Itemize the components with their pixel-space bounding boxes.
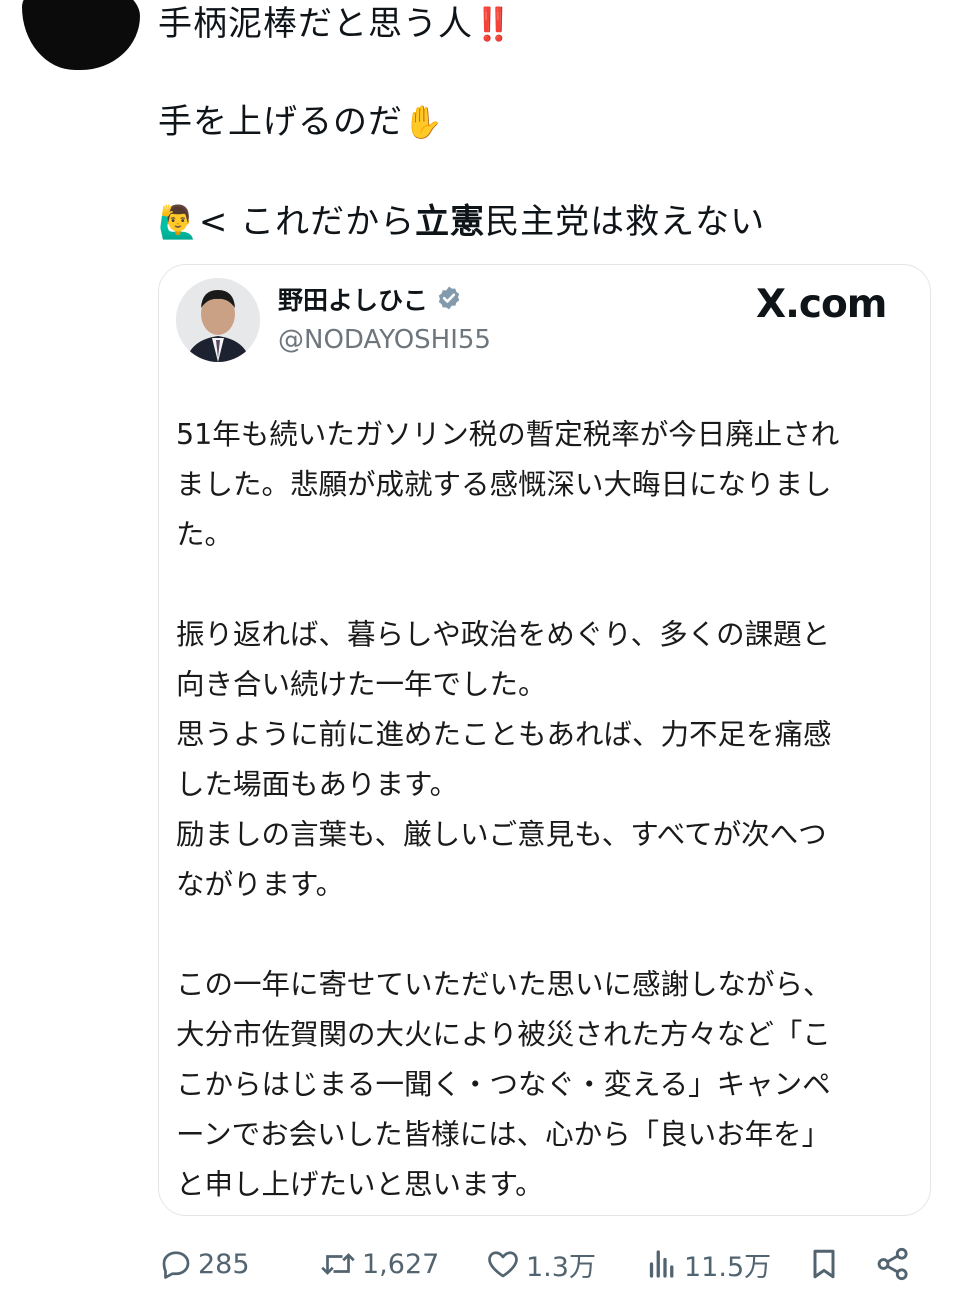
paragraph-1: 51年も続いたガソリン税の暫定税率が今日廃止され ました。悲願が成就する感慨深い… — [176, 418, 840, 551]
paragraph-2: 振り返れば、暮らしや政治をめぐり、多くの課題と 向き合い続けた一年でした。 思う… — [176, 618, 832, 901]
post-line-2-text: 手を上げるのだ — [158, 102, 403, 142]
x-com-logo: X.com — [756, 282, 887, 327]
share-icon — [874, 1245, 912, 1283]
reply-button[interactable]: 285 — [158, 1236, 250, 1292]
post-line-3-suffix: 民主党は救えない — [485, 202, 766, 242]
post-text-line-1: 手柄泥棒だと思う人‼️ — [158, 2, 514, 46]
person-raising-hand-icon: 🙋‍♂️ — [158, 203, 199, 241]
post-text-line-3: 🙋‍♂️< これだから立憲民主党は救えない — [158, 200, 765, 244]
card-author-handle[interactable]: @NODAYOSHI55 — [278, 322, 491, 358]
analytics-icon — [644, 1246, 680, 1282]
paragraph-3: この一年に寄せていただいた思いに感謝しながら、 大分市佐賀関の大火により被災され… — [176, 968, 832, 1201]
views-count: 11.5万 — [684, 1251, 772, 1283]
reply-icon — [158, 1246, 194, 1282]
repost-icon — [318, 1246, 358, 1282]
avatar[interactable] — [22, 0, 140, 70]
share-button[interactable] — [874, 1236, 912, 1292]
verified-badge-icon — [436, 285, 462, 320]
post-text-line-2: 手を上げるのだ✋ — [158, 100, 444, 144]
repost-button[interactable]: 1,627 — [318, 1236, 439, 1292]
views-button[interactable]: 11.5万 — [644, 1236, 771, 1292]
like-count: 1.3万 — [526, 1251, 596, 1283]
card-author-name[interactable]: 野田よしひこ — [278, 284, 462, 320]
paragraph-spacer — [176, 910, 896, 960]
reply-count: 285 — [198, 1248, 250, 1280]
repost-count: 1,627 — [362, 1248, 440, 1280]
post-line-3-bold: 立憲 — [415, 202, 486, 242]
post-line-1-text: 手柄泥棒だと思う人 — [158, 4, 473, 44]
bookmark-icon — [806, 1245, 842, 1283]
heart-icon — [484, 1246, 522, 1282]
post-action-bar: 285 1,627 1.3万 11.5万 — [158, 1236, 938, 1292]
post-line-3-prefix: < これだから — [198, 202, 416, 242]
like-button[interactable]: 1.3万 — [484, 1236, 596, 1292]
raised-hand-icon: ✋ — [403, 103, 444, 141]
card-author-avatar[interactable] — [176, 278, 260, 362]
bookmark-button[interactable] — [806, 1236, 842, 1292]
double-exclamation-icon: ‼️ — [473, 5, 514, 43]
paragraph-spacer — [176, 560, 896, 610]
author-name-text: 野田よしひこ — [278, 286, 429, 315]
quoted-post-text: 51年も続いたガソリン税の暫定税率が今日廃止され ました。悲願が成就する感慨深い… — [176, 410, 896, 1210]
